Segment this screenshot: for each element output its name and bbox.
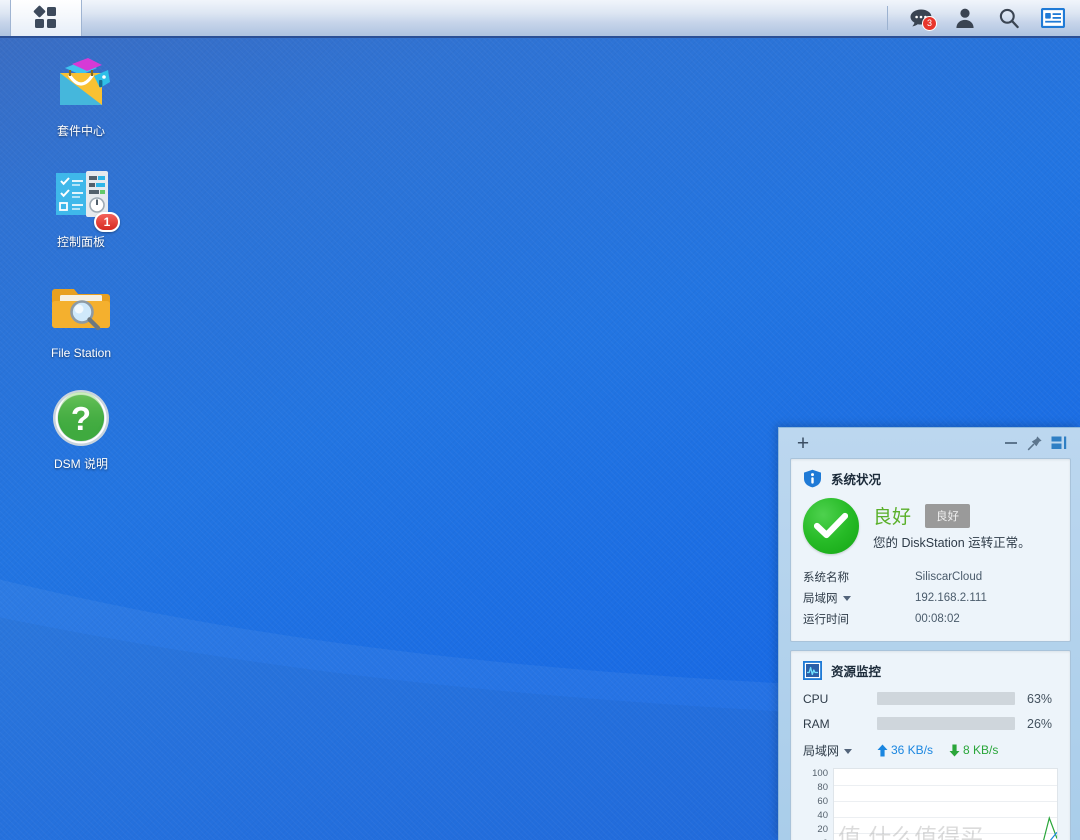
health-status-text: 良好 xyxy=(873,506,912,528)
widget-panel-header: + xyxy=(790,428,1071,458)
info-key: 局域网 xyxy=(803,590,915,606)
system-health-body: 良好 良好 您的 DiskStation 运转正常。 xyxy=(791,492,1070,556)
search-icon xyxy=(999,8,1019,29)
desktop-icon-label: DSM 说明 xyxy=(53,457,108,471)
resource-monitor-body: CPU 63% RAM 26% 局域网 36 KB/s 8 KB/s 100 8… xyxy=(791,684,1070,840)
download-stat: 8 KB/s xyxy=(949,743,998,757)
chevron-down-icon[interactable] xyxy=(842,595,851,601)
widget-toggle-icon xyxy=(1041,8,1065,28)
info-value: 192.168.2.111 xyxy=(915,591,987,604)
resource-monitor-title-row: 资源监控 xyxy=(791,651,1070,684)
taskbar-left xyxy=(0,0,82,36)
desktop-icon-control-panel[interactable]: 1 控制面板 xyxy=(26,163,136,250)
svg-text:?: ? xyxy=(71,400,91,437)
chart-series-svg xyxy=(834,769,1057,840)
health-status-circle xyxy=(803,498,859,554)
system-health-widget: 系统状况 良好 良好 您的 DiskStation 运转正常。 系统名称 Sil… xyxy=(790,458,1071,642)
taskbar-gutter xyxy=(0,0,10,36)
widget-panel: + 系统状况 良好 良好 您的 DiskStation 运转正常。 系统名称 S… xyxy=(778,427,1080,840)
y-tick-label: 80 xyxy=(817,782,828,793)
control-panel-badge: 1 xyxy=(94,212,120,232)
upload-stat: 36 KB/s xyxy=(877,743,933,757)
search-button[interactable] xyxy=(994,3,1024,33)
main-menu-button[interactable] xyxy=(10,0,82,36)
desktop-icon-label: 控制面板 xyxy=(56,235,105,249)
info-key: 系统名称 xyxy=(803,571,849,584)
health-text-block: 良好 良好 您的 DiskStation 运转正常。 xyxy=(873,498,1031,551)
arrow-down-icon xyxy=(949,744,960,756)
desktop-icons: 套件中心 1 控制面板 File Station ? DSM 说明 xyxy=(26,52,136,496)
minimize-widget-button[interactable] xyxy=(999,432,1023,454)
info-value: 00:08:02 xyxy=(915,612,960,625)
notifications-button[interactable]: 3 xyxy=(906,3,937,33)
health-status-tooltip: 良好 xyxy=(925,503,971,528)
pin-widget-button[interactable] xyxy=(1023,432,1047,454)
ram-label: RAM xyxy=(803,716,830,731)
download-speed: 8 KB/s xyxy=(963,743,999,757)
resource-monitor-widget: 资源监控 CPU 63% RAM 26% 局域网 36 KB/s 8 KB/s … xyxy=(790,650,1071,840)
chart-plot-area: 值 什么值得买 xyxy=(833,768,1058,840)
network-chart: 100806040200 值 什么值得买 xyxy=(803,768,1058,840)
info-icon xyxy=(804,469,821,488)
ram-row: RAM 26% xyxy=(803,713,1058,734)
system-health-title-row: 系统状况 xyxy=(791,459,1070,492)
info-value: SiliscarCloud xyxy=(915,570,983,583)
cpu-progress-track xyxy=(877,692,1015,705)
ram-percent: 26% xyxy=(1027,716,1053,731)
add-widget-button[interactable]: + xyxy=(790,430,816,456)
resource-monitor-title: 资源监控 xyxy=(831,665,882,679)
chart-line-upload xyxy=(834,818,1057,840)
health-description: 您的 DiskStation 运转正常。 xyxy=(873,536,1031,550)
tray-divider xyxy=(887,6,888,30)
desktop-icon-dsm-help[interactable]: ? DSM 说明 xyxy=(26,385,136,472)
system-health-title: 系统状况 xyxy=(831,473,882,487)
table-row: 局域网 192.168.2.111 xyxy=(803,587,1058,608)
desktop-icon-file-station[interactable]: File Station xyxy=(26,274,136,361)
minimize-icon xyxy=(1005,442,1017,444)
file-station-icon xyxy=(48,274,114,340)
widget-toggle-button[interactable] xyxy=(1038,3,1068,33)
dock-widget-button[interactable] xyxy=(1047,432,1071,454)
taskbar-window-area xyxy=(82,0,887,36)
desktop-icon-label: 套件中心 xyxy=(56,124,105,138)
system-info-table: 系统名称 SiliscarCloud 局域网 192.168.2.111 运行时… xyxy=(791,556,1070,641)
network-label: 局域网 xyxy=(803,742,877,759)
y-tick-label: 40 xyxy=(817,810,828,821)
main-menu-icon xyxy=(33,5,56,28)
user-account-icon xyxy=(956,8,974,28)
info-key: 运行时间 xyxy=(803,613,849,626)
taskbar: 3 xyxy=(0,0,1080,38)
dock-icon xyxy=(1051,436,1067,449)
cpu-percent: 63% xyxy=(1027,691,1053,706)
network-name: 局域网 xyxy=(803,743,840,758)
chevron-down-icon[interactable] xyxy=(844,748,853,754)
package-center-icon xyxy=(48,52,114,118)
dsm-help-icon: ? xyxy=(48,385,114,451)
user-account-button[interactable] xyxy=(950,3,980,33)
table-row: 运行时间 00:08:02 xyxy=(803,608,1058,629)
desktop-background: 3 套件中心 1 控制面板 File Station ? DSM 说明 + 系统… xyxy=(0,0,1080,840)
y-tick-label: 20 xyxy=(817,824,828,835)
y-tick-label: 100 xyxy=(812,768,828,779)
control-panel-icon: 1 xyxy=(48,163,120,232)
desktop-icon-package-center[interactable]: 套件中心 xyxy=(26,52,136,139)
ram-progress-track xyxy=(877,717,1015,730)
network-row: 局域网 36 KB/s 8 KB/s xyxy=(803,738,1058,762)
checkmark-icon xyxy=(814,512,848,539)
chart-y-axis: 100806040200 xyxy=(803,768,833,840)
health-status-row: 良好 良好 xyxy=(873,502,1031,529)
cpu-label: CPU xyxy=(803,691,829,706)
table-row: 系统名称 SiliscarCloud xyxy=(803,566,1058,587)
pin-icon xyxy=(1027,436,1042,451)
notifications-badge: 3 xyxy=(922,16,937,31)
y-tick-label: 60 xyxy=(817,796,828,807)
cpu-row: CPU 63% xyxy=(803,688,1058,709)
taskbar-tray: 3 xyxy=(887,0,1080,36)
upload-speed: 36 KB/s xyxy=(891,743,934,757)
desktop-icon-label: File Station xyxy=(50,346,112,360)
resource-monitor-icon xyxy=(803,661,822,680)
arrow-up-icon xyxy=(877,744,888,756)
lan-label: 局域网 xyxy=(803,592,838,605)
chart-line-download xyxy=(834,832,1057,840)
